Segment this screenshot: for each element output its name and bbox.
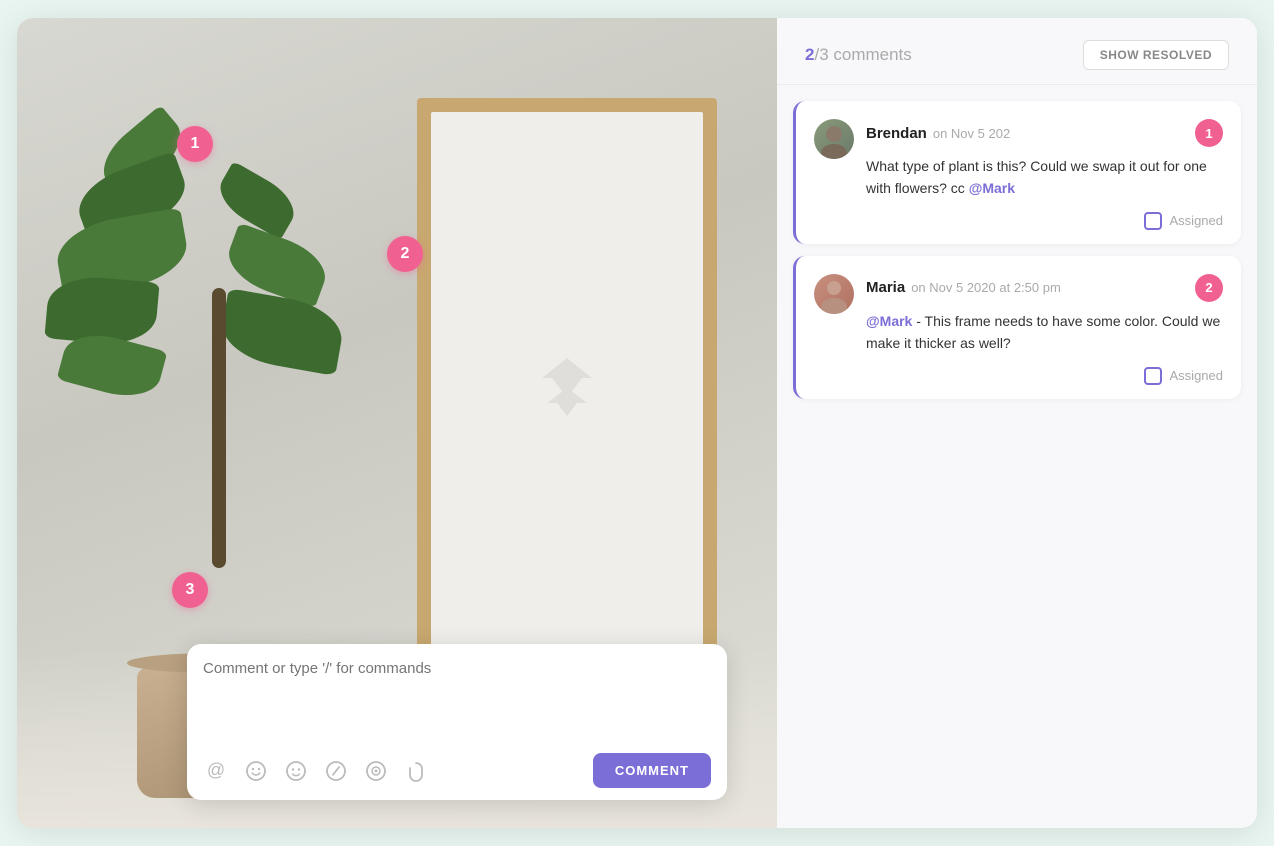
comments-list: Brendan on Nov 5 202 1 What type of plan… [777, 85, 1257, 828]
comment-toolbar: @ [203, 753, 711, 788]
leaf [217, 288, 347, 376]
plant-stem [212, 288, 226, 568]
comment-content-2: Maria on Nov 5 2020 at 2:50 pm 2 @Mark -… [866, 274, 1223, 385]
show-resolved-button[interactable]: SHOW RESOLVED [1083, 40, 1229, 70]
comment-card-1: Brendan on Nov 5 202 1 What type of plan… [793, 101, 1241, 244]
frame-inner [431, 112, 703, 664]
comment-header-2: Maria on Nov 5 2020 at 2:50 pm 2 [866, 274, 1223, 302]
comment-date-1: on Nov 5 202 [933, 126, 1010, 141]
target-icon[interactable] [363, 758, 389, 784]
annotation-pin-3[interactable]: 3 [172, 572, 208, 608]
at-icon[interactable]: @ [203, 758, 229, 784]
comment-date-2: on Nov 5 2020 at 2:50 pm [911, 280, 1061, 295]
assigned-checkbox-2[interactable] [1144, 367, 1162, 385]
comment-text-2: @Mark - This frame needs to have some co… [866, 310, 1223, 355]
comments-header: 2/3 comments SHOW RESOLVED [777, 18, 1257, 85]
comment-header-1: Brendan on Nov 5 202 1 [866, 119, 1223, 147]
assigned-label-2: Assigned [1170, 368, 1223, 383]
sticker-icon[interactable] [243, 758, 269, 784]
assigned-label-1: Assigned [1170, 213, 1223, 228]
annotation-pin-1[interactable]: 1 [177, 126, 213, 162]
comment-badge-1: 1 [1195, 119, 1223, 147]
comment-author-line-1: Brendan on Nov 5 202 [866, 125, 1010, 142]
comment-textarea[interactable] [203, 660, 711, 740]
comment-footer-1: Assigned [866, 212, 1223, 230]
avatar-brendan [814, 119, 854, 159]
comment-author-maria: Maria [866, 279, 905, 296]
comment-input-box: @ [187, 644, 727, 800]
comment-text-1: What type of plant is this? Could we swa… [866, 155, 1223, 200]
slash-icon[interactable] [323, 758, 349, 784]
comment-content-1: Brendan on Nov 5 202 1 What type of plan… [866, 119, 1223, 230]
assigned-button-1[interactable]: Assigned [1144, 212, 1223, 230]
mention-mark-2: @Mark [866, 313, 912, 329]
assigned-checkbox-1[interactable] [1144, 212, 1162, 230]
annotation-pin-2[interactable]: 2 [387, 236, 423, 272]
assigned-button-2[interactable]: Assigned [1144, 367, 1223, 385]
comments-count: 2/3 comments [805, 45, 912, 65]
comment-author-line-2: Maria on Nov 5 2020 at 2:50 pm [866, 279, 1061, 296]
app-container: 1 2 3 @ [17, 18, 1257, 828]
left-panel: 1 2 3 @ [17, 18, 777, 828]
frame-outer [417, 98, 717, 678]
comment-footer-2: Assigned [866, 367, 1223, 385]
comment-author-brendan: Brendan [866, 125, 927, 142]
frame-logo-icon [527, 348, 607, 428]
comment-submit-button[interactable]: COMMENT [593, 753, 711, 788]
mention-mark-1: @Mark [969, 180, 1015, 196]
comments-total: /3 comments [814, 45, 911, 64]
comment-icons: @ [203, 758, 429, 784]
right-panel: 2/3 comments SHOW RESOLVED Brendan on No… [777, 18, 1257, 828]
comment-card-2: Maria on Nov 5 2020 at 2:50 pm 2 @Mark -… [793, 256, 1241, 399]
emoji-icon[interactable] [283, 758, 309, 784]
avatar-maria [814, 274, 854, 314]
comment-badge-2: 2 [1195, 274, 1223, 302]
attachment-icon[interactable] [403, 758, 429, 784]
scene-image: 1 2 3 @ [17, 18, 777, 828]
